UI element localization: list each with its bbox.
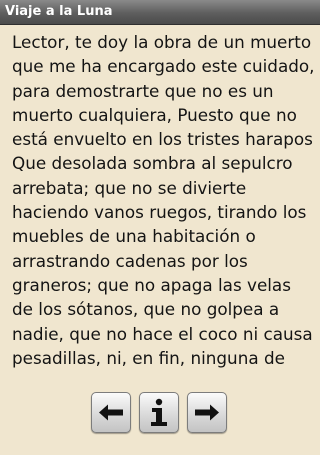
text-line: está envuelto en los tristes harapos <box>12 129 313 150</box>
window-title: Viaje a la Luna <box>5 4 113 19</box>
page-navigation <box>91 392 231 435</box>
arrow-right-icon <box>195 404 219 421</box>
text-line: arrastrando cadenas por los <box>12 250 248 271</box>
text-line: de los sótanos, que no golpea a <box>12 299 280 320</box>
next-page-button[interactable] <box>187 392 227 433</box>
text-line: muebles de una habitación o <box>12 226 256 247</box>
text-line: pesadillas, ni, en fin, ninguna de <box>12 347 285 368</box>
book-page[interactable]: Lector, te doy la obra de un muerto que … <box>12 30 315 370</box>
text-line: muerto cualquiera, Puesto que no <box>12 104 297 125</box>
text-line: graneros; que no apaga las velas <box>12 274 291 295</box>
title-bar: Viaje a la Luna <box>0 0 320 25</box>
text-line: arrebata; que no se divierte <box>12 177 247 198</box>
arrow-left-icon <box>99 404 123 421</box>
text-line: Que desolada sombra al sepulcro <box>12 153 293 174</box>
text-line: nadie, que no hace el coco ni causa <box>12 323 313 344</box>
info-button[interactable] <box>139 392 179 433</box>
text-line: haciendo vanos ruegos, tirando los <box>12 202 307 223</box>
text-line: para demostrarte que no es un <box>12 80 274 101</box>
text-line: que me ha encargado este cuidado, <box>12 56 315 77</box>
text-line: Lector, te doy la obra de un muerto <box>12 32 312 52</box>
previous-page-button[interactable] <box>91 392 131 433</box>
info-icon <box>151 398 167 426</box>
